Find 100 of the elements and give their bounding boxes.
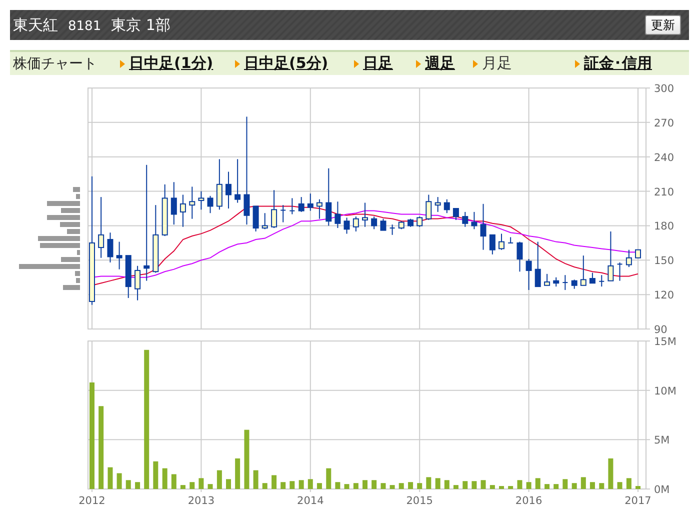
volume-bar	[171, 474, 176, 489]
volume-bar	[290, 481, 295, 489]
candlestick	[226, 171, 232, 209]
candlestick	[426, 194, 432, 220]
axis-label: 240	[654, 152, 674, 164]
axis-label: 2014	[297, 495, 324, 507]
candlestick	[326, 168, 332, 226]
volume-bar	[472, 481, 477, 489]
volume-bar	[390, 485, 395, 489]
volume-bar	[408, 482, 414, 489]
candlestick	[207, 195, 214, 214]
candlestick	[307, 193, 314, 212]
volume-bar	[272, 475, 277, 489]
refresh-button[interactable]: 更新	[645, 15, 681, 35]
volume-bar	[490, 485, 495, 489]
candlestick	[398, 220, 404, 230]
candlestick	[234, 158, 241, 204]
axis-label: 0M	[654, 484, 670, 496]
candlestick	[352, 216, 359, 232]
candlestick	[180, 194, 186, 228]
volume-bar	[535, 478, 540, 489]
volume-bar	[335, 482, 340, 489]
volume-bar	[617, 482, 622, 489]
axis-label: 2013	[188, 495, 215, 507]
volume-bar	[226, 479, 231, 489]
volume-bar	[135, 482, 140, 489]
candlestick	[125, 255, 132, 299]
candlestick	[252, 206, 259, 232]
candlestick	[617, 262, 622, 282]
candlestick	[216, 158, 222, 210]
candlestick	[534, 241, 541, 288]
candlestick	[580, 255, 586, 286]
candlestick	[271, 190, 278, 228]
candlestick	[344, 217, 350, 234]
volume-bar	[316, 483, 322, 489]
candlestick	[362, 202, 368, 228]
candlestick	[290, 198, 295, 215]
candlestick	[526, 258, 532, 290]
candlestick	[489, 234, 496, 255]
volume-bar	[362, 480, 368, 489]
triangle-icon	[416, 60, 421, 68]
volume-bar	[526, 482, 532, 489]
candlestick	[189, 186, 196, 220]
volume-bar	[353, 483, 358, 489]
candlestick	[280, 204, 286, 223]
volume-bar	[344, 484, 350, 489]
chart-period-link[interactable]: 日中足(5分)	[244, 54, 328, 73]
volume-bar	[180, 485, 186, 489]
nav-label: 株価チャート	[13, 54, 98, 72]
candlestick	[480, 203, 486, 250]
axis-label: 10M	[654, 385, 676, 398]
triangle-icon	[120, 60, 125, 68]
candlestick	[371, 216, 378, 230]
triangle-icon	[354, 60, 359, 68]
chart-period-link[interactable]: 月足	[482, 54, 512, 73]
axis-label: 270	[654, 117, 674, 130]
candlestick	[262, 212, 268, 230]
axis-label: 150	[654, 255, 674, 268]
triangle-icon	[235, 60, 240, 68]
candlestick	[380, 218, 386, 231]
volume-bar	[636, 486, 640, 489]
chart-period-link[interactable]: 週足	[425, 54, 455, 73]
volume-bar	[280, 482, 286, 489]
candlestick	[508, 236, 514, 244]
volume-bar	[444, 480, 450, 489]
chart-period-link[interactable]: 日中足(1分)	[129, 54, 214, 73]
candlestick	[516, 241, 523, 272]
axis-label: 300	[654, 84, 674, 95]
candlestick	[408, 218, 414, 228]
axis-label: 90	[654, 324, 668, 334]
axis-label: 210	[654, 186, 674, 198]
candlestick	[98, 196, 104, 258]
chart-period-link[interactable]: 日足	[363, 54, 393, 73]
volume-bar	[499, 486, 504, 489]
volume-bar	[608, 458, 614, 489]
triangle-icon	[473, 60, 478, 68]
candlestick	[198, 190, 204, 210]
volume-bar	[398, 483, 404, 489]
volume-bar	[544, 484, 550, 489]
axis-label: 120	[654, 290, 674, 302]
candlestick	[452, 208, 459, 220]
axis-label: 180	[654, 220, 674, 233]
axis-label: 2015	[406, 495, 433, 507]
candlestick	[571, 279, 578, 290]
volume-bar	[253, 470, 258, 489]
candlestick	[316, 198, 322, 220]
volume-bar	[599, 483, 604, 489]
triangle-icon	[575, 60, 580, 68]
market-name: 東京 1部	[111, 16, 170, 34]
volume-bar	[298, 480, 304, 489]
chart-period-link[interactable]: 証金･信用	[584, 54, 652, 73]
volume-bar	[435, 478, 440, 489]
candlestick	[626, 249, 632, 268]
volume-bar	[162, 468, 168, 489]
candlestick	[434, 196, 441, 212]
candlestick	[416, 216, 423, 228]
company-name: 東天紅	[13, 16, 58, 34]
volume-bar	[562, 479, 568, 489]
volume-bar	[235, 458, 240, 489]
volume-bar	[380, 483, 386, 489]
